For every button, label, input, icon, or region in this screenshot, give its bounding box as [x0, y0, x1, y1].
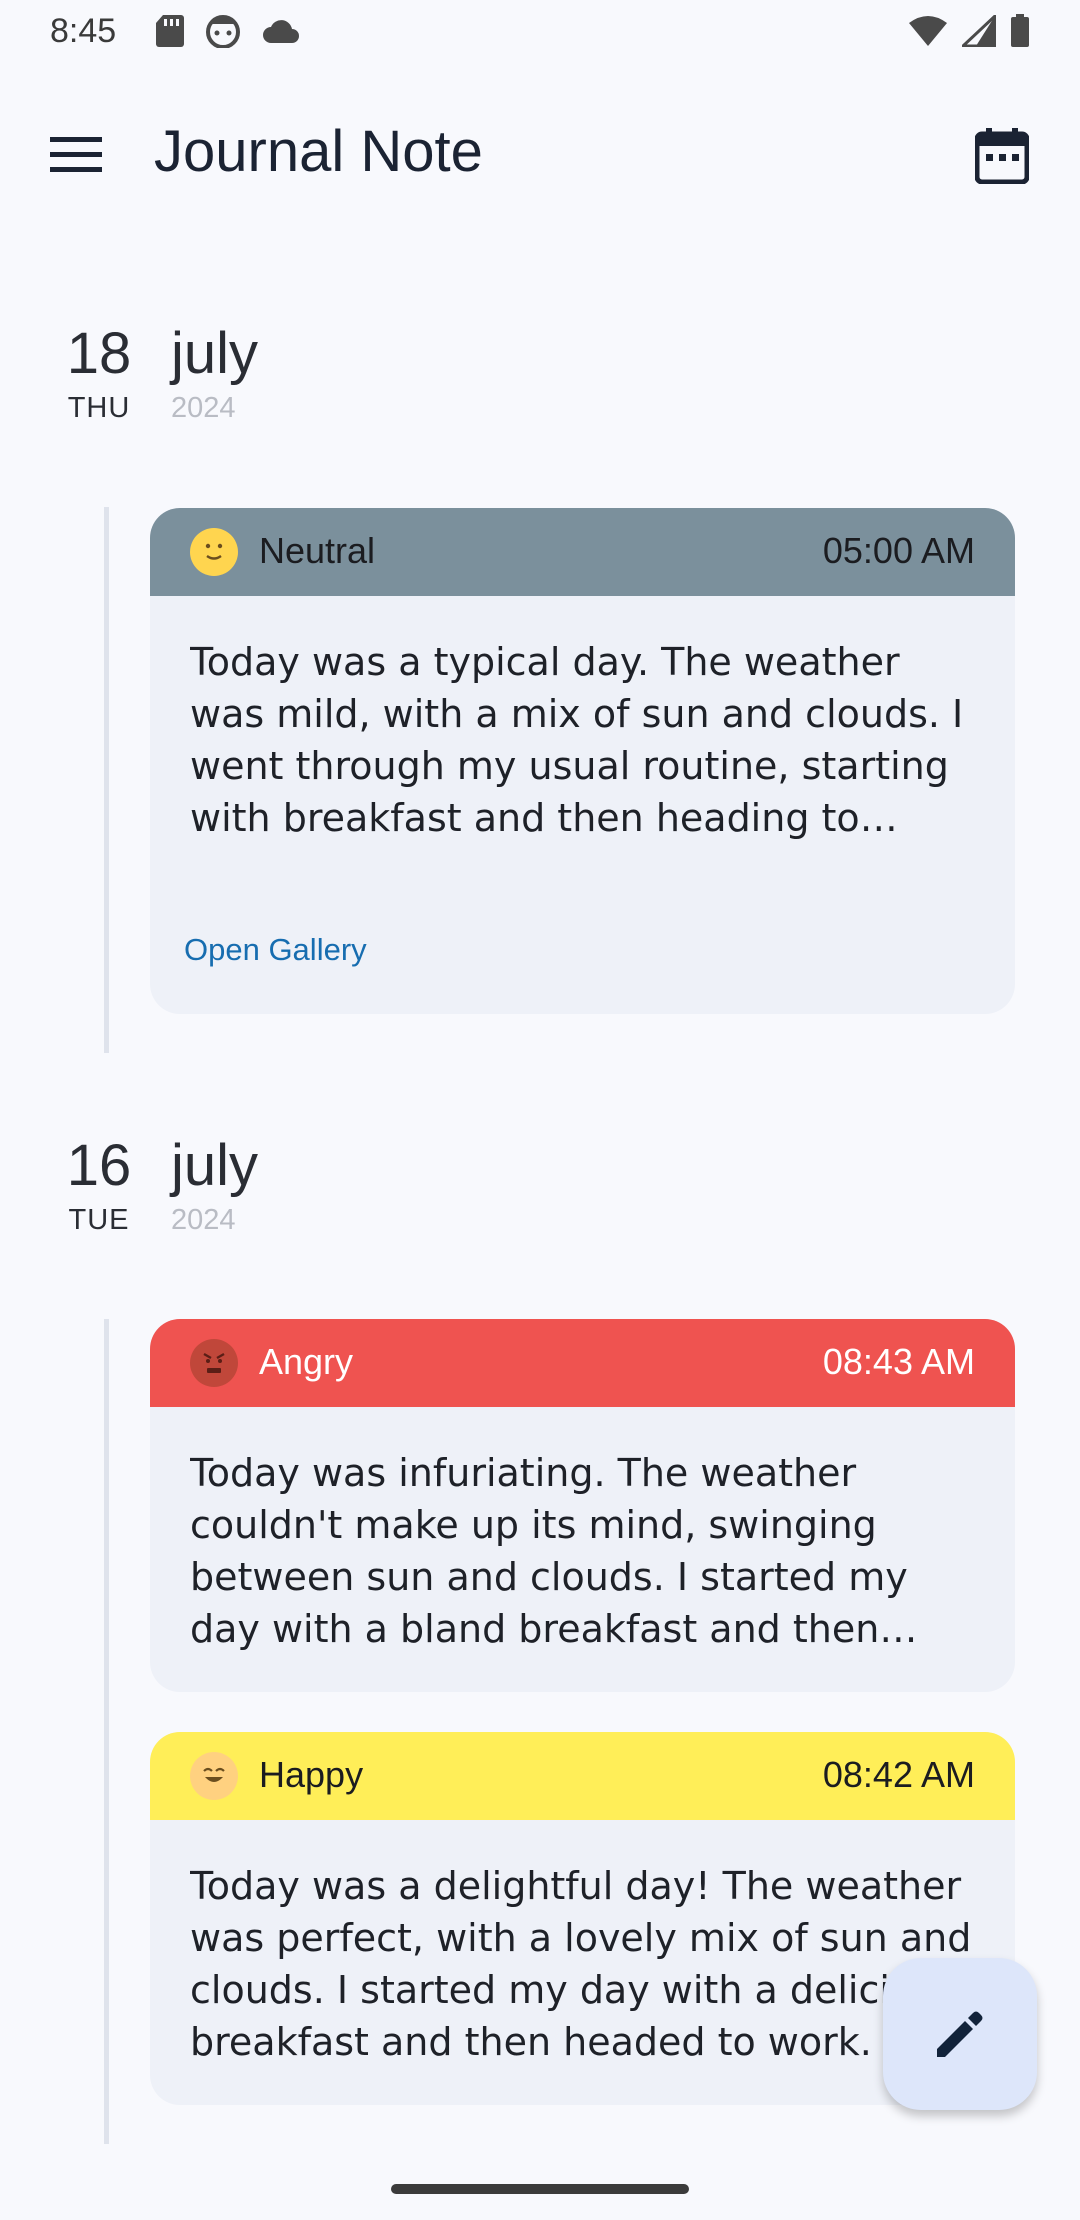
android-face-icon: [206, 15, 240, 48]
battery-icon: [1011, 14, 1029, 47]
neutral-face-icon: [190, 528, 238, 576]
mood-label: Neutral: [259, 530, 376, 571]
entry-text: Today was a delightful day! The weather …: [190, 1864, 972, 2064]
date-day: 18: [66, 321, 132, 386]
date-month: july: [171, 321, 259, 386]
app-title: Journal Note: [154, 119, 483, 184]
cloud-icon: [263, 20, 299, 43]
mood-label: Angry: [259, 1341, 354, 1382]
entry-time: 08:42 AM: [822, 1754, 975, 1795]
entry-body: Today was a typical day. The weather was…: [150, 596, 1015, 844]
new-entry-fab[interactable]: [883, 1958, 1037, 2110]
signal-icon: [962, 15, 996, 47]
calendar-icon: [975, 128, 1029, 184]
date-year: 2024: [171, 1204, 236, 1236]
happy-face-icon: [190, 1752, 238, 1800]
status-bar: 8:45: [0, 0, 1080, 66]
wifi-icon: [909, 16, 947, 46]
entry-header: Neutral 05:00 AM: [150, 508, 1015, 596]
entry-text: Today was infuriating. The weather could…: [190, 1451, 908, 1651]
calendar-button[interactable]: [962, 118, 1042, 194]
timeline-line: [104, 1319, 109, 2144]
sd-card-icon: [156, 15, 184, 47]
entry-text: Today was a typical day. The weather was…: [190, 640, 964, 840]
entry-time: 08:43 AM: [822, 1341, 975, 1382]
app-bar: Journal Note: [0, 100, 1080, 210]
date-header: 18 THU july 2024: [0, 320, 1080, 440]
date-day: 16: [66, 1133, 132, 1198]
entry-body: Today was infuriating. The weather could…: [150, 1407, 1015, 1655]
entry-header: Angry 08:43 AM: [150, 1319, 1015, 1407]
pencil-icon: [937, 2011, 983, 2057]
date-year: 2024: [171, 392, 236, 424]
timeline-line: [104, 507, 109, 1053]
date-header: 16 TUE july 2024: [0, 1132, 1080, 1252]
date-month: july: [171, 1133, 259, 1198]
entry-time: 05:00 AM: [822, 530, 975, 571]
open-gallery-link[interactable]: Open Gallery: [184, 932, 367, 968]
status-time: 8:45: [50, 12, 117, 50]
journal-entry-card[interactable]: Angry 08:43 AM Today was infuriating. Th…: [150, 1319, 1015, 1692]
mood-label: Happy: [259, 1754, 364, 1795]
journal-entry-card[interactable]: Neutral 05:00 AM Today was a typical day…: [150, 508, 1015, 1014]
menu-button[interactable]: [38, 122, 114, 188]
home-indicator[interactable]: [391, 2184, 689, 2194]
angry-face-icon: [190, 1339, 238, 1387]
hamburger-menu-icon: [50, 137, 102, 172]
date-weekday: TUE: [68, 1204, 130, 1236]
date-weekday: THU: [67, 392, 131, 424]
entry-header: Happy 08:42 AM: [150, 1732, 1015, 1820]
